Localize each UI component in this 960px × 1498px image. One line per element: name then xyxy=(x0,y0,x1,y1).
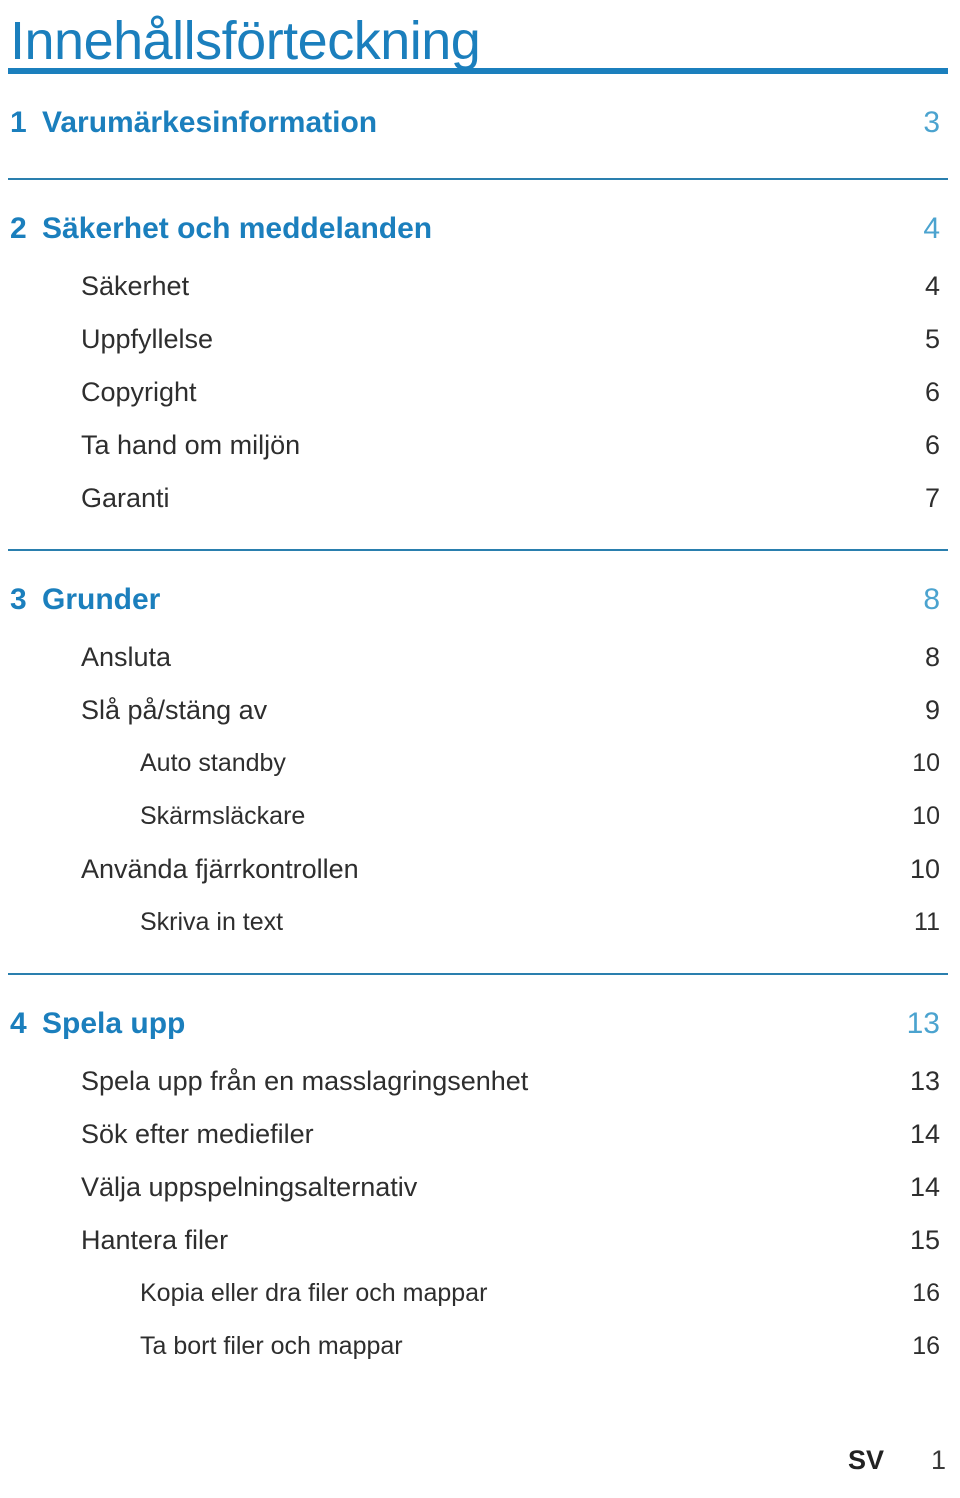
toc-entry[interactable]: Auto standby 10 xyxy=(8,737,948,790)
toc-heading-1[interactable]: 1 Varumärkesinformation 3 xyxy=(8,92,948,154)
toc-heading-4[interactable]: 4 Spela upp 13 xyxy=(8,993,948,1055)
toc-heading-2[interactable]: 2 Säkerhet och meddelanden 4 xyxy=(8,198,948,260)
toc-entry[interactable]: Uppfyllelse 5 xyxy=(8,313,948,366)
toc-entry-page: 10 xyxy=(909,854,940,884)
toc-entry[interactable]: Skriva in text 11 xyxy=(8,896,948,949)
toc-heading-label: Spela upp xyxy=(42,1007,186,1040)
toc-heading-label: Grunder xyxy=(42,583,161,616)
toc-entry-page: 15 xyxy=(909,1225,940,1255)
toc-heading-page: 8 xyxy=(923,583,940,616)
toc-section-3: 3 Grunder 8 Ansluta 8 Slå på/stäng av 9 … xyxy=(8,551,948,973)
toc-entry[interactable]: Spela upp från en masslagringsenhet 13 xyxy=(8,1055,948,1108)
toc-entry-label: Kopia eller dra filer och mappar xyxy=(140,1279,488,1307)
toc-heading-3[interactable]: 3 Grunder 8 xyxy=(8,569,948,631)
toc-entry-label: Välja uppspelningsalternativ xyxy=(81,1172,418,1202)
toc-entry[interactable]: Kopia eller dra filer och mappar 16 xyxy=(8,1267,948,1320)
toc-heading-label: Säkerhet och meddelanden xyxy=(42,212,433,245)
toc-entry-page: 10 xyxy=(912,802,940,830)
toc-entry-page: 9 xyxy=(924,695,940,725)
toc-entry-page: 16 xyxy=(912,1279,940,1307)
toc-heading-number: 3 xyxy=(10,583,27,616)
toc-entry[interactable]: Säkerhet 4 xyxy=(8,260,948,313)
toc-page: Innehållsförteckning 1 Varumärkesinforma… xyxy=(0,0,960,1498)
toc-section-2: 2 Säkerhet och meddelanden 4 Säkerhet 4 … xyxy=(8,180,948,549)
toc-section-4: 4 Spela upp 13 Spela upp från en masslag… xyxy=(8,975,948,1373)
toc-entry-label: Uppfyllelse xyxy=(81,324,214,354)
toc-entry-page: 4 xyxy=(924,271,940,301)
toc-entry-label: Skriva in text xyxy=(140,908,284,936)
toc-entry-label: Säkerhet xyxy=(81,271,190,301)
footer-page-number: 1 xyxy=(930,1445,946,1475)
toc-entry-label: Ta hand om miljön xyxy=(81,430,301,460)
toc-entry-label: Copyright xyxy=(81,377,197,407)
toc-entry[interactable]: Garanti 7 xyxy=(8,472,948,525)
toc-entry[interactable]: Copyright 6 xyxy=(8,366,948,419)
toc-entry-label: Sök efter mediefiler xyxy=(81,1119,314,1149)
toc-entry-page: 14 xyxy=(909,1172,940,1202)
toc-entry-page: 16 xyxy=(912,1332,940,1360)
toc-entry[interactable]: Hantera filer 15 xyxy=(8,1214,948,1267)
toc-entry-label: Använda fjärrkontrollen xyxy=(81,854,359,884)
toc-entry[interactable]: Välja uppspelningsalternativ 14 xyxy=(8,1161,948,1214)
toc-entry[interactable]: Använda fjärrkontrollen 10 xyxy=(8,843,948,896)
toc-entry-page: 6 xyxy=(924,430,940,460)
toc-entry-label: Spela upp från en masslagringsenhet xyxy=(81,1066,529,1096)
toc-heading-page: 13 xyxy=(906,1007,940,1040)
toc-entry-label: Skärmsläckare xyxy=(140,802,306,830)
toc-entry-page: 11 xyxy=(914,908,940,936)
toc-entry-label: Garanti xyxy=(81,483,170,513)
toc-section-1: 1 Varumärkesinformation 3 xyxy=(8,74,948,178)
toc-entry-label: Ansluta xyxy=(81,642,172,672)
toc-heading-number: 2 xyxy=(10,212,27,245)
toc-entry[interactable]: Sök efter mediefiler 14 xyxy=(8,1108,948,1161)
toc-entry[interactable]: Slå på/stäng av 9 xyxy=(8,684,948,737)
toc-entry-label: Slå på/stäng av xyxy=(81,695,268,725)
page-footer: SV 1 xyxy=(0,1445,960,1476)
toc-entry[interactable]: Ta bort filer och mappar 16 xyxy=(8,1320,948,1373)
toc-heading-page: 4 xyxy=(923,212,940,245)
toc-entry[interactable]: Ta hand om miljön 6 xyxy=(8,419,948,472)
toc-entry-label: Hantera filer xyxy=(81,1225,229,1255)
toc-entry-page: 14 xyxy=(909,1119,940,1149)
toc-entry-label: Auto standby xyxy=(140,749,286,777)
toc-entry-label: Ta bort filer och mappar xyxy=(140,1332,403,1360)
toc-heading-page: 3 xyxy=(923,106,940,139)
footer-language-code: SV xyxy=(847,1445,884,1475)
toc-entry-page: 7 xyxy=(924,483,940,513)
toc-entry-page: 6 xyxy=(924,377,940,407)
toc-entry-page: 10 xyxy=(912,749,940,777)
toc-entry[interactable]: Ansluta 8 xyxy=(8,631,948,684)
toc-entry[interactable]: Skärmsläckare 10 xyxy=(8,790,948,843)
toc-heading-label: Varumärkesinformation xyxy=(42,106,378,139)
toc-entry-page: 13 xyxy=(909,1066,940,1096)
toc-heading-number: 1 xyxy=(10,106,27,139)
toc-entry-page: 8 xyxy=(924,642,940,672)
toc-entry-page: 5 xyxy=(924,324,940,354)
toc-heading-number: 4 xyxy=(10,1007,27,1040)
page-title: Innehållsförteckning xyxy=(10,11,481,71)
